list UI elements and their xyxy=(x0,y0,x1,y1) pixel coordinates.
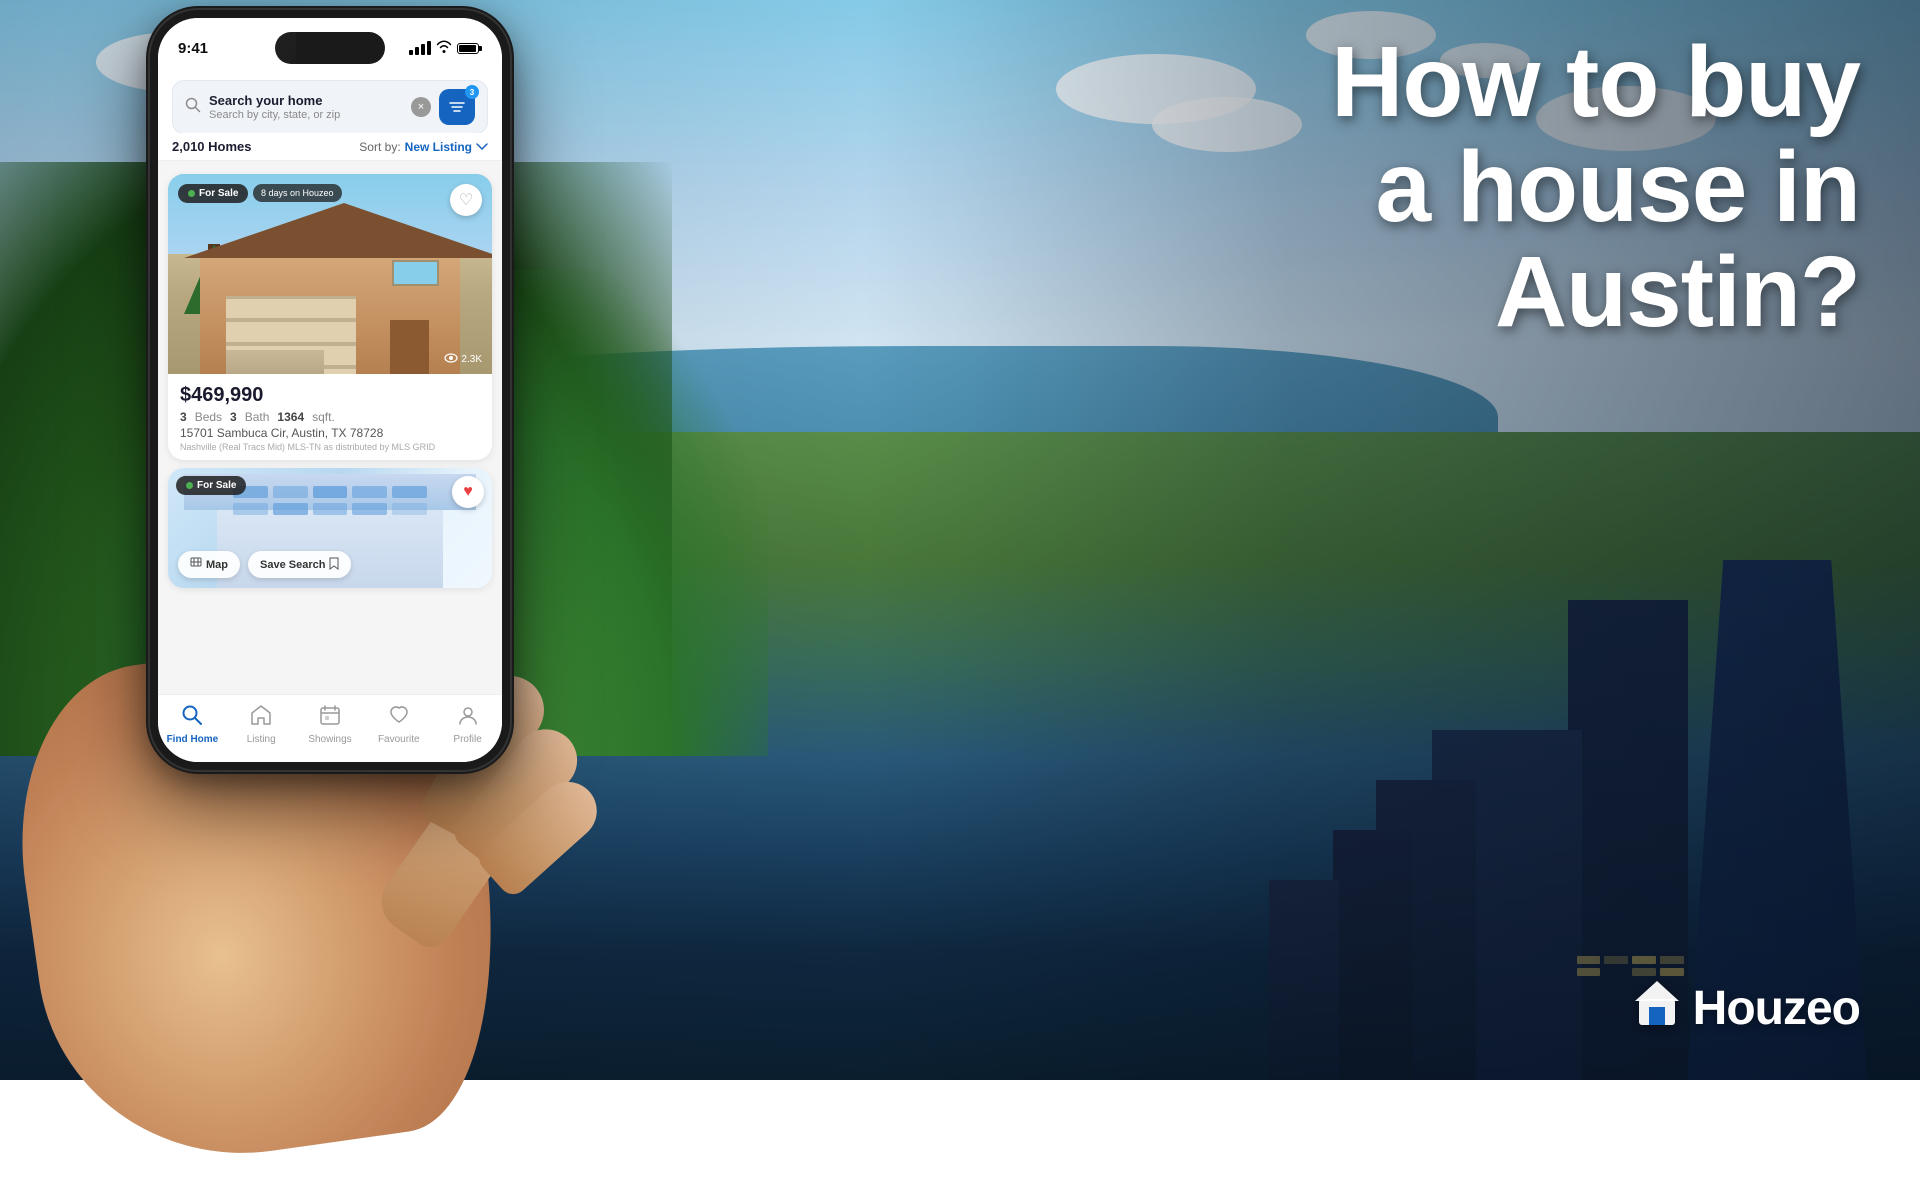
showings-icon xyxy=(319,704,341,732)
search-icon xyxy=(185,97,201,118)
sort-chevron-icon xyxy=(476,140,488,154)
signal-bar-4 xyxy=(427,41,431,55)
map-button[interactable]: Map xyxy=(178,551,240,578)
search-subtitle: Search by city, state, or zip xyxy=(209,109,403,121)
house-roof xyxy=(184,203,492,258)
search-clear-btn[interactable]: × xyxy=(411,97,431,117)
find-home-label: Find Home xyxy=(167,734,219,745)
signal-bar-2 xyxy=(415,47,419,55)
card-price: $469,990 xyxy=(180,384,480,407)
logo-text: Houzeo xyxy=(1693,981,1860,1036)
search-text: Search your home Search by city, state, … xyxy=(209,93,403,121)
bottom-nav: Find Home Listing xyxy=(158,694,502,762)
dynamic-island xyxy=(275,32,385,64)
for-sale-badge-2: For Sale xyxy=(176,476,246,495)
nav-favourite[interactable]: Favourite xyxy=(364,704,433,745)
sqft-label: sqft. xyxy=(312,410,335,424)
baths-label: Bath xyxy=(245,410,270,424)
listings-area: For Sale 8 days on Houzeo ♡ xyxy=(158,166,502,694)
search-bar[interactable]: Search your home Search by city, state, … xyxy=(172,80,488,134)
eye-icon xyxy=(444,353,458,366)
favorite-btn-2[interactable]: ♥ xyxy=(452,476,484,508)
profile-label: Profile xyxy=(453,734,481,745)
nav-showings[interactable]: Showings xyxy=(296,704,365,745)
filter-button[interactable]: 3 xyxy=(439,89,475,125)
save-search-label: Save Search xyxy=(260,559,325,571)
card-1-info: $469,990 3 Beds 3 Bath 1364 sqft. 15701 … xyxy=(168,374,492,460)
card-details: 3 Beds 3 Bath 1364 sqft. xyxy=(180,410,480,424)
favourite-label: Favourite xyxy=(378,734,420,745)
card-1-image: For Sale 8 days on Houzeo ♡ xyxy=(168,174,492,374)
headline-line1: How to buy xyxy=(1331,30,1860,135)
baths-count: 3 xyxy=(230,410,237,424)
search-area: Search your home Search by city, state, … xyxy=(158,70,502,142)
days-on-badge: 8 days on Houzeo xyxy=(253,184,342,202)
search-title: Search your home xyxy=(209,93,403,108)
status-time: 9:41 xyxy=(178,40,208,57)
save-search-button[interactable]: Save Search xyxy=(248,551,351,578)
filter-badge: 3 xyxy=(465,85,479,99)
signal-bar-3 xyxy=(421,44,425,55)
showings-label: Showings xyxy=(308,734,351,745)
bookmark-icon xyxy=(329,557,339,573)
listing-card-2[interactable]: For Sale ♥ xyxy=(168,468,492,588)
find-home-icon xyxy=(181,704,203,732)
battery-icon xyxy=(457,43,482,54)
views-badge: 2.3K xyxy=(444,353,482,366)
headline-line2: a house in xyxy=(1331,135,1860,240)
building-windows-grid xyxy=(233,486,427,515)
map-icon xyxy=(190,556,202,573)
for-sale-badge: For Sale xyxy=(178,184,248,203)
favourite-icon xyxy=(388,704,410,732)
background: How to buy a house in Austin? Houzeo xyxy=(0,0,1920,1080)
phone-device: 9:41 xyxy=(150,10,510,770)
sort-value: New Listing xyxy=(405,140,472,154)
for-sale-dot xyxy=(188,190,195,197)
beds-count: 3 xyxy=(180,410,187,424)
sort-label: Sort by: xyxy=(359,140,400,154)
sqft-value: 1364 xyxy=(277,410,304,424)
nav-find-home[interactable]: Find Home xyxy=(158,704,227,745)
status-icons xyxy=(409,40,482,56)
favorite-btn-1[interactable]: ♡ xyxy=(450,184,482,216)
houzeo-logo: Houzeo xyxy=(1631,977,1860,1040)
beds-label: Beds xyxy=(195,410,222,424)
map-btn-label: Map xyxy=(206,559,228,571)
listing-card-1[interactable]: For Sale 8 days on Houzeo ♡ xyxy=(168,174,492,460)
phone-screen: 9:41 xyxy=(158,18,502,762)
profile-icon xyxy=(457,704,479,732)
signal-bar-1 xyxy=(409,50,413,55)
homes-count: 2,010 Homes xyxy=(172,139,252,154)
headline-line3: Austin? xyxy=(1331,240,1860,345)
listing-icon xyxy=(250,704,272,732)
phone-wrapper: 9:41 xyxy=(50,0,610,1070)
wifi-icon xyxy=(436,40,452,56)
headline: How to buy a house in Austin? xyxy=(1331,30,1860,345)
for-sale-dot-2 xyxy=(186,482,193,489)
nav-listing[interactable]: Listing xyxy=(227,704,296,745)
nav-profile[interactable]: Profile xyxy=(433,704,502,745)
card-2-image: For Sale ♥ xyxy=(168,468,492,588)
sort-bar: 2,010 Homes Sort by: New Listing xyxy=(158,133,502,161)
logo-icon xyxy=(1631,977,1683,1040)
card2-action-overlay: Map Save Search xyxy=(178,551,482,578)
sort-control[interactable]: Sort by: New Listing xyxy=(359,140,488,154)
listing-label: Listing xyxy=(247,734,276,745)
card-source: Nashville (Real Tracs Mid) MLS-TN as dis… xyxy=(180,442,480,452)
card-address: 15701 Sambuca Cir, Austin, TX 78728 xyxy=(180,426,480,440)
signal-indicator xyxy=(409,41,431,55)
